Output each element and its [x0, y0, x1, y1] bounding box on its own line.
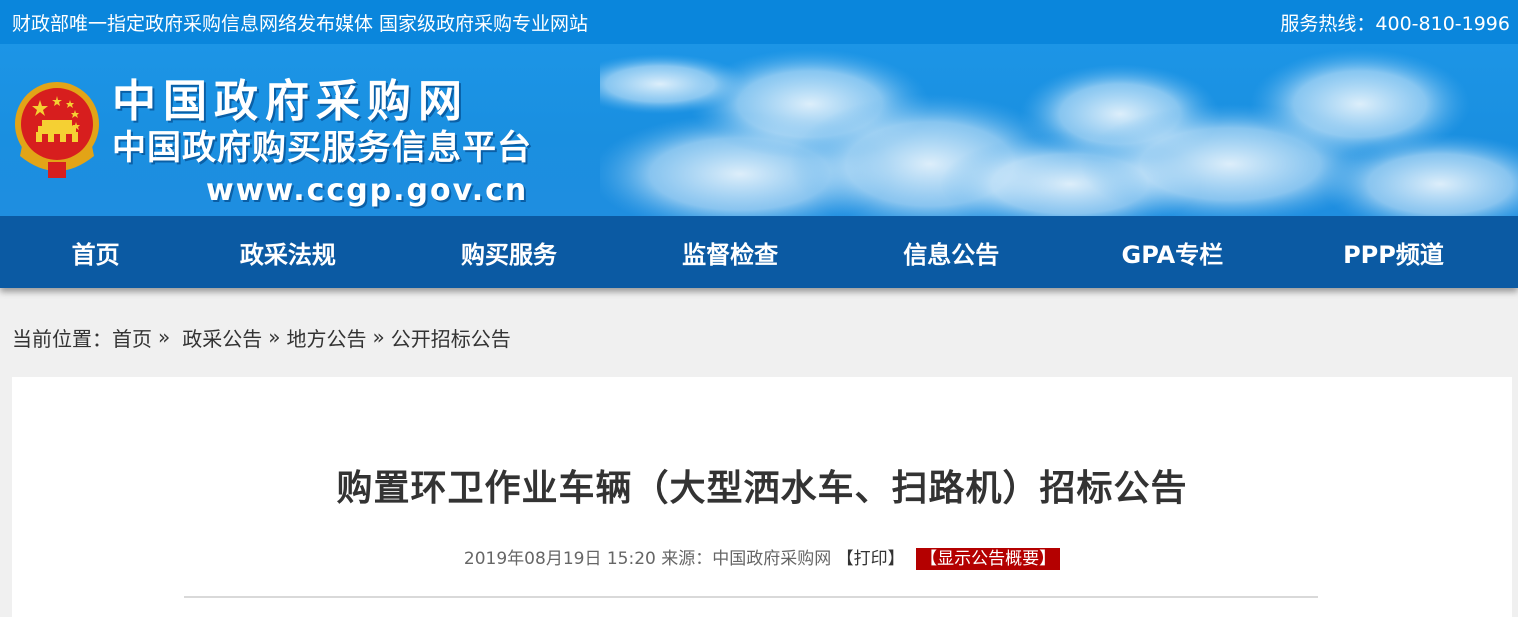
site-url: www.ccgp.gov.cn — [206, 173, 529, 208]
breadcrumb-prefix: 当前位置： — [12, 326, 112, 351]
breadcrumb-procurement-notices[interactable]: 政采公告 — [182, 323, 262, 352]
site-tagline: 财政部唯一指定政府采购信息网络发布媒体 国家级政府采购专业网站 — [12, 12, 589, 35]
breadcrumb-separator: » — [158, 325, 171, 349]
nav-item-announcements[interactable]: 信息公告 — [827, 235, 1076, 270]
breadcrumb-separator: » — [268, 325, 281, 349]
nav-item-purchase-services[interactable]: 购买服务 — [384, 235, 633, 270]
print-button[interactable]: 【打印】 — [837, 549, 905, 569]
top-bar: 财政部唯一指定政府采购信息网络发布媒体 国家级政府采购专业网站 服务热线：400… — [0, 0, 1518, 44]
breadcrumb-public-tender[interactable]: 公开招标公告 — [391, 323, 511, 352]
breadcrumb-local-notices[interactable]: 地方公告 — [287, 323, 367, 352]
breadcrumb-separator: » — [372, 325, 385, 349]
clouds-background — [600, 49, 1518, 216]
main-nav: 首页 政采法规 购买服务 监督检查 信息公告 GPA专栏 PPP频道 — [0, 216, 1518, 288]
divider — [184, 596, 1318, 598]
breadcrumb-home[interactable]: 首页 — [112, 323, 152, 352]
site-subtitle: 中国政府购买服务信息平台 — [112, 128, 532, 168]
source-label: 来源： — [661, 549, 713, 569]
nav-item-home[interactable]: 首页 — [0, 235, 191, 270]
service-hotline: 服务热线：400-810-1996 — [1280, 12, 1510, 35]
site-banner: 中国政府采购网 中国政府购买服务信息平台 www.ccgp.gov.cn — [0, 44, 1518, 216]
breadcrumb: 当前位置： 首页 » 政采公告 » 地方公告 » 公开招标公告 — [0, 288, 1518, 378]
article-source: 中国政府采购网 — [712, 549, 832, 569]
nav-item-gpa[interactable]: GPA专栏 — [1076, 235, 1269, 270]
show-summary-button[interactable]: 【显示公告概要】 — [916, 548, 1061, 570]
article-title: 购置环卫作业车辆（大型洒水车、扫路机）招标公告 — [336, 468, 1188, 509]
nav-item-supervision[interactable]: 监督检查 — [634, 235, 827, 270]
site-title: 中国政府采购网 — [112, 76, 469, 127]
article-date: 2019年08月19日 15:20 — [463, 549, 656, 569]
article-meta: 2019年08月19日 15:20 来源：中国政府采购网 【打印】 【显示公告概… — [12, 544, 1512, 570]
article-panel: 购置环卫作业车辆（大型洒水车、扫路机）招标公告 2019年08月19日 15:2… — [12, 377, 1512, 617]
nav-item-regulations[interactable]: 政采法规 — [191, 235, 384, 270]
national-emblem-icon — [15, 82, 99, 178]
nav-item-ppp[interactable]: PPP频道 — [1269, 235, 1518, 270]
